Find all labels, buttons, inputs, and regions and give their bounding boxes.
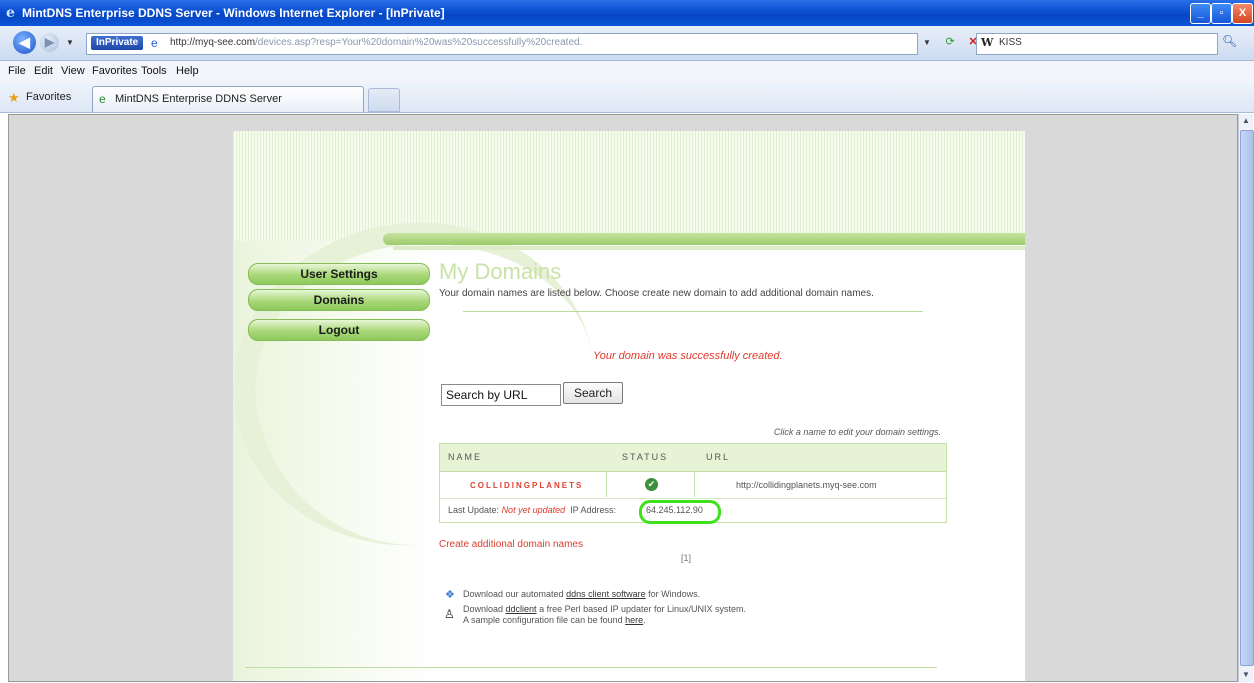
sidebar-item-domains[interactable]: Domains	[248, 289, 430, 311]
linux-penguin-icon: ♙	[444, 607, 455, 621]
search-input[interactable]: W KISS	[976, 33, 1218, 55]
sample-config-prefix: A sample configuration file can be found	[463, 615, 626, 625]
menu-bar: File Edit View Favorites Tools Help	[0, 61, 1254, 83]
page-subtitle: Your domain names are listed below. Choo…	[439, 288, 874, 299]
divider	[463, 311, 923, 312]
success-message: Your domain was successfully created.	[593, 350, 783, 362]
footer-divider	[245, 667, 937, 668]
favorites-button[interactable]: Favorites	[26, 91, 71, 103]
browser-tab[interactable]: e MintDNS Enterprise DDNS Server	[92, 86, 364, 112]
table-row-details: Last Update: Not yet updated IP Address:…	[440, 499, 946, 524]
url-domain: http://myq-see.com	[170, 37, 256, 48]
menu-edit[interactable]: Edit	[34, 65, 53, 77]
download-windows-suffix: for Windows.	[645, 589, 701, 599]
ddclient-link[interactable]: ddclient	[506, 604, 537, 614]
header-green-line	[393, 246, 1025, 250]
page-viewport: User Settings Domains Logout My Domains …	[8, 114, 1238, 682]
domains-table: NAME STATUS URL COLLIDINGPLANETS ✔ http:…	[439, 443, 947, 524]
tab-page-icon: e	[99, 92, 106, 106]
minimize-button[interactable]: _	[1190, 3, 1211, 24]
inprivate-badge: InPrivate	[91, 36, 144, 50]
favorites-bar: ★ Favorites e MintDNS Enterprise DDNS Se…	[0, 82, 1254, 113]
download-linux-suffix: a free Perl based IP updater for Linux/U…	[536, 604, 746, 614]
refresh-icon[interactable]: ⟳	[941, 33, 959, 51]
download-linux-text: Download ddclient a free Perl based IP u…	[463, 604, 746, 626]
last-update-value: Not yet updated	[501, 505, 566, 515]
search-by-url-input[interactable]: Search by URL	[441, 384, 561, 406]
last-update-label: Last Update:	[448, 505, 500, 515]
last-update-info: Last Update: Not yet updated IP Address:	[448, 505, 616, 515]
ddns-client-link[interactable]: ddns client software	[566, 589, 646, 599]
wikipedia-icon: W	[981, 36, 994, 49]
vertical-scrollbar[interactable]: ▲ ▼	[1238, 114, 1254, 682]
ip-highlight-ring	[639, 500, 721, 524]
column-header-url: URL	[706, 452, 731, 462]
header-band	[233, 131, 1025, 241]
sidebar-item-user-settings[interactable]: User Settings	[248, 263, 430, 285]
scroll-thumb[interactable]	[1240, 130, 1254, 666]
scroll-down-icon[interactable]: ▼	[1239, 668, 1253, 682]
search-button[interactable]: Search	[563, 382, 623, 404]
download-linux-prefix: Download	[463, 604, 506, 614]
address-controls: ▼ ⟳ ✕	[918, 33, 984, 53]
column-header-status: STATUS	[622, 452, 669, 462]
create-domain-link[interactable]: Create additional domain names	[439, 539, 583, 550]
download-windows-prefix: Download our automated	[463, 589, 567, 599]
ip-label: IP Address:	[570, 505, 616, 515]
edit-hint: Click a name to edit your domain setting…	[773, 427, 941, 437]
tab-title: MintDNS Enterprise DDNS Server	[115, 93, 282, 105]
sidebar-item-logout[interactable]: Logout	[248, 319, 430, 341]
address-input[interactable]: InPrivate e http://myq-see.com/devices.a…	[86, 33, 918, 55]
windows-icon: ❖	[445, 589, 455, 601]
search-value: KISS	[999, 37, 1022, 48]
address-url[interactable]: http://myq-see.com/devices.asp?resp=Your…	[170, 37, 582, 48]
page-icon: e	[151, 36, 158, 50]
menu-view[interactable]: View	[61, 65, 85, 77]
back-button[interactable]: ◀	[13, 31, 36, 54]
recent-pages-dropdown-icon[interactable]: ▼	[66, 38, 74, 47]
menu-tools[interactable]: Tools	[141, 65, 167, 77]
address-dropdown-icon[interactable]: ▼	[918, 34, 936, 52]
favorites-star-icon[interactable]: ★	[8, 90, 20, 106]
window-title: MintDNS Enterprise DDNS Server - Windows…	[22, 6, 445, 20]
forward-button[interactable]: ▶	[40, 33, 59, 52]
maximize-button[interactable]: ▫	[1211, 3, 1232, 24]
column-header-name: NAME	[448, 452, 483, 462]
url-path: /devices.asp?resp=Your%20domain%20was%20…	[255, 37, 583, 48]
status-ok-icon: ✔	[645, 478, 658, 491]
pager[interactable]: [1]	[681, 553, 691, 563]
menu-help[interactable]: Help	[176, 65, 199, 77]
menu-file[interactable]: File	[8, 65, 26, 77]
window-title-bar: e MintDNS Enterprise DDNS Server - Windo…	[0, 0, 1254, 26]
download-windows-text: Download our automated ddns client softw…	[463, 589, 700, 599]
close-button[interactable]: X	[1232, 3, 1253, 24]
sample-config-link[interactable]: here	[625, 615, 643, 625]
sample-config-suffix: .	[643, 615, 646, 625]
table-header: NAME STATUS URL	[440, 444, 946, 472]
domain-url: http://collidingplanets.myq-see.com	[736, 480, 877, 490]
search-icon[interactable]: 🔍︎	[1222, 34, 1246, 52]
internet-explorer-icon: e	[6, 5, 15, 21]
menu-favorites[interactable]: Favorites	[92, 65, 137, 77]
table-row: COLLIDINGPLANETS ✔ http://collidingplane…	[440, 472, 946, 499]
address-toolbar: ◀ ▶ ▼ InPrivate e http://myq-see.com/dev…	[0, 26, 1254, 61]
scroll-up-icon[interactable]: ▲	[1239, 114, 1253, 128]
page-title: My Domains	[439, 259, 562, 284]
header-green-bar	[383, 233, 1025, 245]
domain-name-link[interactable]: COLLIDINGPLANETS	[470, 481, 583, 490]
web-page: User Settings Domains Logout My Domains …	[212, 131, 1025, 681]
new-tab-button[interactable]	[368, 88, 400, 112]
